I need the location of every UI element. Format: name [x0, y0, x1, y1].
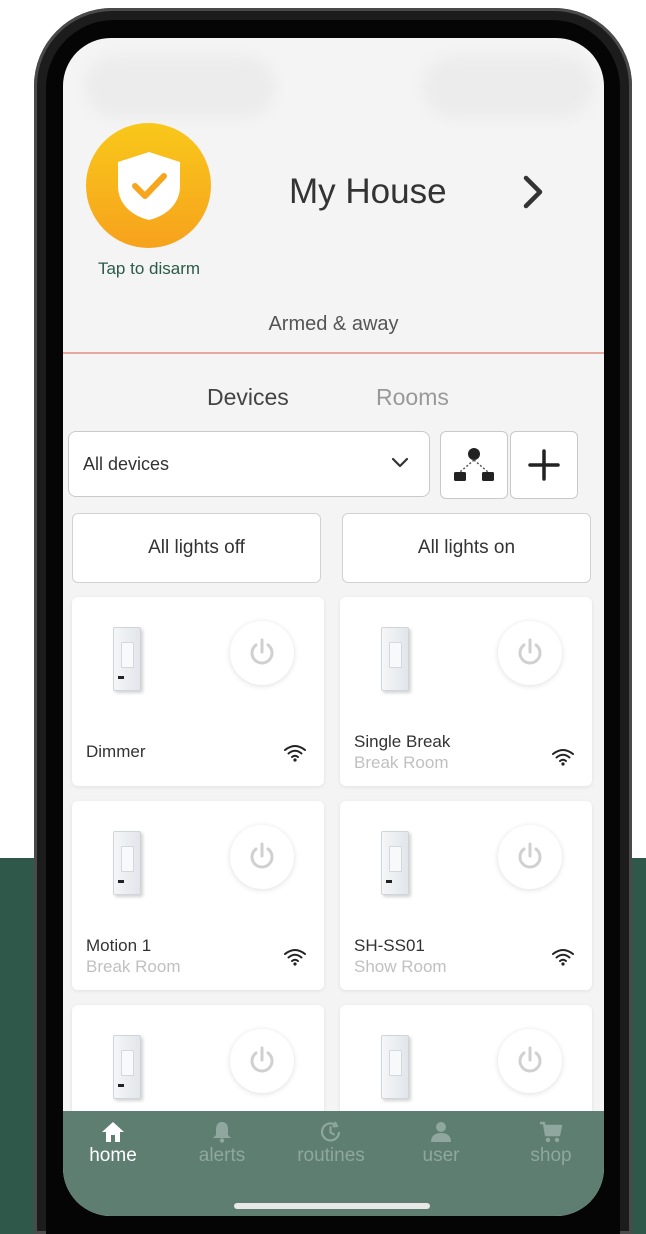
device-room: Break Room [354, 753, 449, 772]
wall-switch-image [113, 1035, 141, 1099]
power-button[interactable] [498, 621, 562, 685]
nav-shop[interactable]: shop [506, 1121, 596, 1167]
wall-switch-image [381, 627, 409, 691]
power-icon [518, 638, 542, 665]
wall-switch-image [113, 627, 141, 691]
add-device-button[interactable] [510, 431, 578, 499]
device-room: Break Room [86, 957, 181, 976]
power-button[interactable] [230, 825, 294, 889]
wifi-icon [284, 949, 306, 966]
nav-home-label: home [89, 1145, 137, 1166]
bottom-nav: home alerts routines user shop [63, 1111, 604, 1216]
hub-network-button[interactable] [440, 431, 508, 499]
power-button[interactable] [230, 1029, 294, 1093]
tab-rooms[interactable]: Rooms [376, 384, 449, 411]
wifi-icon [552, 749, 574, 766]
home-icon [102, 1122, 124, 1142]
tab-devices[interactable]: Devices [207, 384, 289, 411]
device-name: Motion 1 [86, 936, 152, 955]
security-status: Armed & away [268, 313, 399, 335]
bell-icon [213, 1122, 231, 1143]
wifi-icon [552, 949, 574, 966]
wall-switch-image [381, 831, 409, 895]
home-indicator[interactable] [234, 1203, 430, 1209]
disarm-button[interactable] [86, 123, 211, 248]
nav-home[interactable]: home [68, 1121, 158, 1167]
nav-alerts[interactable]: alerts [177, 1121, 267, 1167]
all-lights-off-button[interactable]: All lights off [72, 513, 321, 583]
device-card[interactable]: SH-SS01 Show Room [340, 801, 592, 990]
device-name: SH-SS01 [354, 936, 425, 955]
all-lights-on-button[interactable]: All lights on [342, 513, 591, 583]
status-bar-right [423, 56, 593, 118]
divider [63, 352, 604, 354]
nav-routines[interactable]: routines [286, 1121, 376, 1167]
device-name: Dimmer [86, 742, 146, 761]
power-button[interactable] [498, 1029, 562, 1093]
clock-icon [320, 1121, 341, 1142]
device-card[interactable]: Single Break Break Room [340, 597, 592, 786]
wall-switch-image [113, 831, 141, 895]
device-filter-select[interactable]: All devices [68, 431, 430, 497]
plus-icon [528, 449, 560, 481]
wall-switch-image [381, 1035, 409, 1099]
nav-user-label: user [422, 1145, 460, 1166]
cart-icon [540, 1121, 563, 1143]
device-card[interactable]: Motion 1 Break Room [72, 801, 324, 990]
power-icon [250, 1046, 274, 1073]
nav-user[interactable]: user [396, 1121, 486, 1167]
device-card[interactable]: Dimmer [72, 597, 324, 786]
status-bar-left [85, 56, 275, 118]
nav-alerts-label: alerts [198, 1145, 246, 1166]
power-icon [518, 1046, 542, 1073]
device-filter-value: All devices [83, 454, 170, 474]
app-screen: Tap to disarm My House Armed & away Devi… [63, 38, 604, 1216]
power-button[interactable] [230, 621, 294, 685]
device-room: Show Room [354, 957, 447, 976]
network-icon [454, 448, 494, 481]
power-button[interactable] [498, 825, 562, 889]
chevron-down-icon [391, 457, 409, 468]
nav-routines-label: routines [297, 1145, 365, 1166]
disarm-label: Tap to disarm [97, 259, 201, 278]
power-icon [250, 638, 274, 665]
user-icon [431, 1122, 451, 1142]
chevron-right-icon[interactable] [522, 174, 544, 210]
device-name: Single Break [354, 732, 451, 751]
shield-check-icon [118, 152, 180, 220]
wifi-icon [284, 745, 306, 762]
house-title[interactable]: My House [289, 172, 447, 212]
power-icon [518, 842, 542, 869]
nav-shop-label: shop [530, 1145, 572, 1166]
power-icon [250, 842, 274, 869]
